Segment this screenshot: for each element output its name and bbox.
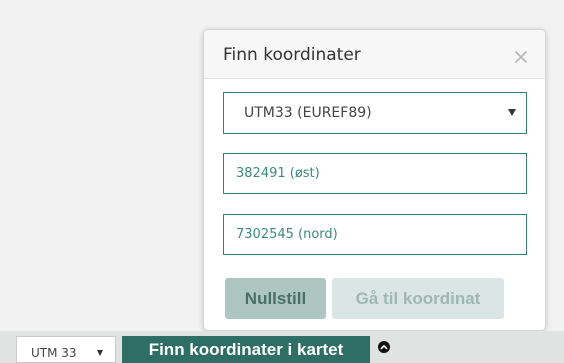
caret-down-icon <box>508 109 516 116</box>
caret-down-icon <box>97 350 103 356</box>
utm-zone-select-value: UTM 33 <box>31 346 77 360</box>
north-coordinate-input[interactable] <box>223 214 527 255</box>
find-coordinates-dialog: Finn koordinater UTM33 (EUREF89) Nullsti… <box>203 29 546 331</box>
dialog-header: Finn koordinater <box>204 30 545 79</box>
find-coordinates-in-map-button[interactable]: Finn koordinater i kartet <box>122 336 370 363</box>
east-coordinate-input[interactable] <box>223 153 527 194</box>
utm-zone-select[interactable]: UTM 33 <box>16 336 116 363</box>
projection-select-value: UTM33 (EUREF89) <box>244 105 372 121</box>
chevron-up-circle-icon[interactable] <box>378 341 390 353</box>
bottom-toolbar: UTM 33 Finn koordinater i kartet <box>0 331 564 363</box>
dialog-title: Finn koordinater <box>223 45 361 65</box>
projection-select[interactable]: UTM33 (EUREF89) <box>223 92 527 134</box>
reset-button[interactable]: Nullstill <box>225 278 326 319</box>
goto-coordinate-button[interactable]: Gå til koordinat <box>332 278 504 319</box>
close-icon[interactable] <box>513 49 529 65</box>
